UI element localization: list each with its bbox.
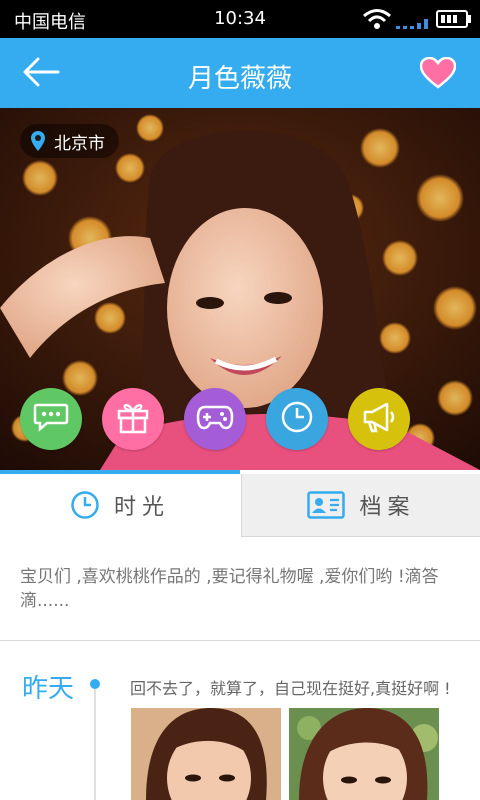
timeline-line xyxy=(94,689,96,800)
gamepad-icon xyxy=(196,403,234,435)
action-bar xyxy=(0,388,480,450)
broadcast-button[interactable] xyxy=(348,388,410,450)
timeline-dot xyxy=(90,679,100,689)
post-photo[interactable] xyxy=(131,708,281,800)
location-badge: 北京市 xyxy=(20,124,119,158)
heart-icon[interactable] xyxy=(419,56,457,93)
chat-button[interactable] xyxy=(20,388,82,450)
status-bar: 中国电信 10:34 xyxy=(0,0,480,38)
megaphone-icon xyxy=(361,401,397,437)
gift-icon xyxy=(116,400,150,438)
signal-icon xyxy=(396,14,428,34)
page-title: 月色薇薇 xyxy=(187,64,292,94)
tab-label: 档案 xyxy=(359,495,416,520)
clock-icon xyxy=(70,490,100,520)
post-photo[interactable] xyxy=(289,708,439,800)
location-pin-icon xyxy=(30,130,46,152)
timeline-day-label: 昨天 xyxy=(22,674,75,704)
history-button[interactable] xyxy=(266,388,328,450)
timeline-post-text: 回不去了，就算了，自己现在挺好,真挺好啊 ! xyxy=(130,679,451,698)
profile-card-icon xyxy=(307,491,346,519)
tab-label: 时光 xyxy=(113,495,170,520)
chat-bubble-icon xyxy=(33,402,69,436)
clock-icon xyxy=(280,400,314,438)
tab-bar: 时光 档案 xyxy=(0,474,480,537)
game-button[interactable] xyxy=(184,388,246,450)
tab-profile[interactable]: 档案 xyxy=(241,474,480,537)
app-header: 月色薇薇 xyxy=(0,38,480,108)
tab-timeline[interactable]: 时光 xyxy=(0,474,240,537)
divider xyxy=(0,640,480,641)
gift-button[interactable] xyxy=(102,388,164,450)
wifi-icon xyxy=(362,8,392,34)
profile-intro: 宝贝们 ,喜欢桃桃作品的 ,要记得礼物喔 ,爱你们哟 !滴答滴...... xyxy=(20,567,439,611)
battery-icon xyxy=(436,9,472,33)
location-text: 北京市 xyxy=(54,133,105,154)
